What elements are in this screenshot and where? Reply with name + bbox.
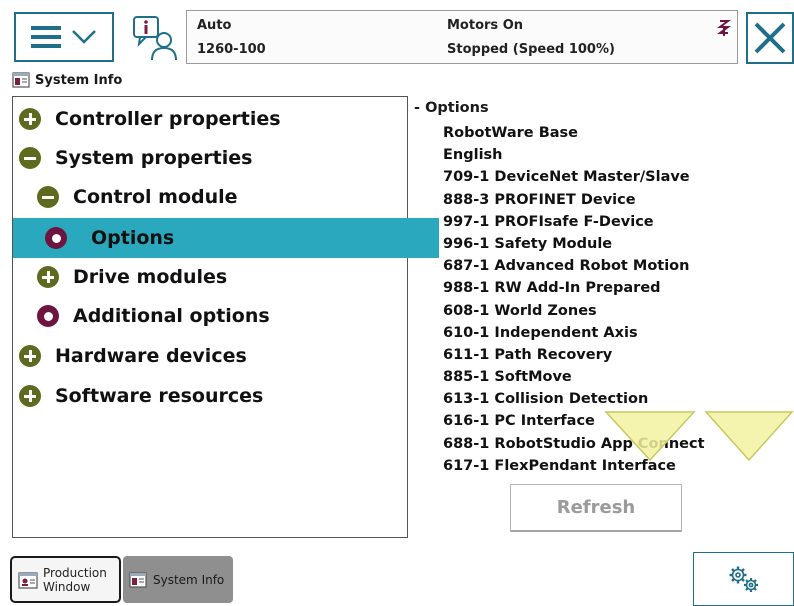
production-window-icon bbox=[18, 571, 38, 589]
info-person-icon bbox=[133, 16, 177, 61]
tree-item-label: Software resources bbox=[55, 385, 264, 407]
tree-item-additional-options[interactable]: Additional options bbox=[13, 296, 431, 336]
tree-item-label: Drive modules bbox=[73, 266, 228, 288]
collapse-minus-icon[interactable] bbox=[37, 186, 59, 208]
task-label: Production Window bbox=[43, 565, 107, 594]
jog-icon bbox=[717, 20, 731, 36]
option-item: English bbox=[443, 147, 503, 164]
tree-item-controller-properties[interactable]: Controller properties bbox=[13, 99, 413, 139]
quickset-button[interactable] bbox=[693, 552, 794, 606]
option-item: 709-1 DeviceNet Master/Slave bbox=[443, 169, 690, 186]
option-item: 996-1 Safety Module bbox=[443, 235, 613, 252]
tree-item-drive-modules[interactable]: Drive modules bbox=[13, 257, 431, 297]
run-state: Stopped (Speed 100%) bbox=[447, 42, 615, 57]
operating-mode: Auto bbox=[197, 18, 232, 33]
tree-item-label: Options bbox=[91, 227, 175, 249]
option-item: 608-1 World Zones bbox=[443, 302, 597, 319]
tree-item-label: System properties bbox=[55, 147, 253, 169]
option-item: 997-1 PROFIsafe F-Device bbox=[443, 213, 654, 230]
expand-plus-icon[interactable] bbox=[37, 266, 59, 288]
option-item: RobotWare Base bbox=[443, 125, 578, 141]
chevron-down-icon bbox=[72, 30, 96, 44]
leaf-node-icon bbox=[45, 227, 67, 249]
event-log-button[interactable] bbox=[130, 14, 178, 62]
tree-item-label: Controller properties bbox=[55, 108, 281, 130]
system-info-icon bbox=[12, 72, 30, 88]
main-menu-button[interactable] bbox=[14, 12, 114, 62]
app-title-bar: System Info bbox=[12, 70, 122, 90]
expand-plus-icon[interactable] bbox=[19, 385, 41, 407]
tree-item-label: Additional options bbox=[73, 305, 270, 327]
tree-item-software-resources[interactable]: Software resources bbox=[13, 376, 413, 416]
expand-plus-icon[interactable] bbox=[19, 108, 41, 130]
option-item: 885-1 SoftMove bbox=[443, 369, 572, 386]
option-item: 611-1 Path Recovery bbox=[443, 346, 613, 363]
collapse-minus-icon[interactable] bbox=[19, 147, 41, 169]
option-item: 888-3 PROFINET Device bbox=[443, 191, 636, 208]
option-item: 687-1 Advanced Robot Motion bbox=[443, 258, 690, 275]
task-production-window[interactable]: Production Window bbox=[10, 556, 121, 603]
system-info-icon bbox=[129, 571, 147, 588]
task-label: System Info bbox=[153, 572, 225, 587]
annotation-triangle bbox=[704, 411, 794, 462]
gears-icon bbox=[729, 566, 758, 592]
expand-plus-icon[interactable] bbox=[19, 345, 41, 367]
refresh-button[interactable]: Refresh bbox=[510, 484, 682, 532]
status-bar[interactable]: Auto 1260-100 Motors On Stopped (Speed 1… bbox=[186, 10, 738, 64]
tree-item-control-module[interactable]: Control module bbox=[13, 177, 431, 217]
leaf-node-icon bbox=[37, 305, 59, 327]
tree-view[interactable]: Controller properties System properties … bbox=[12, 96, 439, 538]
tree-item-hardware-devices[interactable]: Hardware devices bbox=[13, 336, 413, 376]
close-button[interactable] bbox=[746, 12, 794, 64]
task-system-info[interactable]: System Info bbox=[123, 556, 233, 603]
system-name: 1260-100 bbox=[197, 42, 266, 57]
option-item: 988-1 RW Add-In Prepared bbox=[443, 280, 661, 297]
close-icon bbox=[754, 22, 786, 54]
tree-item-system-properties[interactable]: System properties bbox=[13, 138, 413, 178]
option-item: 613-1 Collision Detection bbox=[443, 391, 649, 408]
annotation-triangle bbox=[604, 411, 696, 462]
option-item: 610-1 Independent Axis bbox=[443, 324, 638, 341]
app-title: System Info bbox=[35, 72, 123, 88]
tree-item-options[interactable]: Options bbox=[13, 218, 439, 258]
hamburger-icon bbox=[31, 26, 61, 48]
options-header: - Options bbox=[414, 100, 489, 116]
tree-item-label: Control module bbox=[73, 186, 238, 208]
motors-state: Motors On bbox=[447, 18, 523, 33]
tree-item-label: Hardware devices bbox=[55, 345, 247, 367]
